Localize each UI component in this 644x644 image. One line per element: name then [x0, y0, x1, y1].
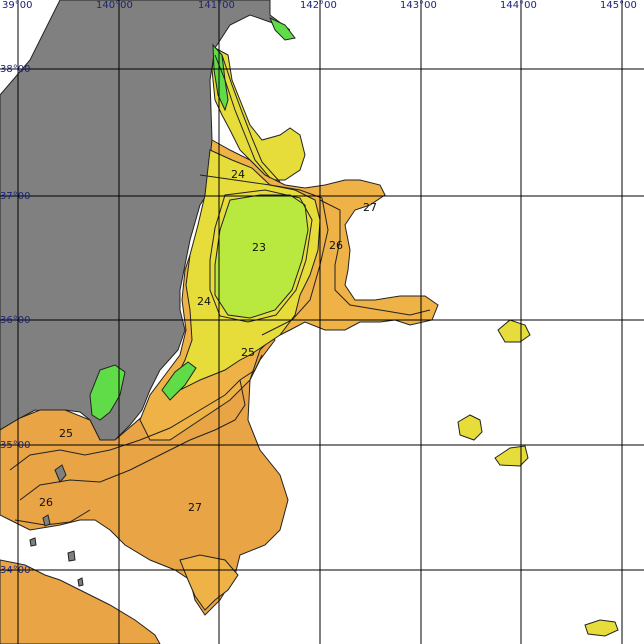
- island-5: [77, 577, 84, 587]
- sst-blob-2: [457, 414, 483, 441]
- island-3: [67, 550, 76, 562]
- map-canvas[interactable]: 39°00 140°00 141°00 142°00 143°00 144°00…: [0, 0, 644, 644]
- lat-label-38: 38°00: [0, 64, 30, 75]
- lon-label-139: 39°00: [2, 0, 32, 11]
- contour-label-25-west: 25: [59, 427, 73, 440]
- contour-label-26-east: 26: [329, 239, 343, 252]
- contour-label-24-north: 24: [231, 168, 245, 181]
- lon-label-144: 144°00: [500, 0, 537, 11]
- contour-label-25-center: 25: [241, 346, 255, 359]
- lon-label-143: 143°00: [400, 0, 437, 11]
- lat-label-34: 34°00: [0, 565, 30, 576]
- lat-label-37: 37°00: [0, 191, 30, 202]
- lat-label-35: 35°00: [0, 440, 30, 451]
- lon-label-141: 141°00: [198, 0, 235, 11]
- contour-label-26-west: 26: [39, 496, 53, 509]
- contour-label-23: 23: [252, 241, 266, 254]
- lon-label-142: 142°00: [300, 0, 337, 11]
- lon-label-145: 145°00: [600, 0, 637, 11]
- sst-blob-1: [497, 319, 531, 343]
- island-4: [29, 537, 37, 547]
- contour-label-27-east: 27: [363, 201, 377, 214]
- sst-blob-4: [584, 619, 619, 637]
- contour-label-27-south: 27: [188, 501, 202, 514]
- sst-region-northeast-tip: [269, 17, 296, 41]
- sst-blob-3: [494, 445, 529, 467]
- sea-surface-temperature-map: 39°00 140°00 141°00 142°00 143°00 144°00…: [0, 0, 644, 644]
- lat-label-36: 36°00: [0, 315, 30, 326]
- contour-label-24-west: 24: [197, 295, 211, 308]
- lon-label-140: 140°00: [96, 0, 133, 11]
